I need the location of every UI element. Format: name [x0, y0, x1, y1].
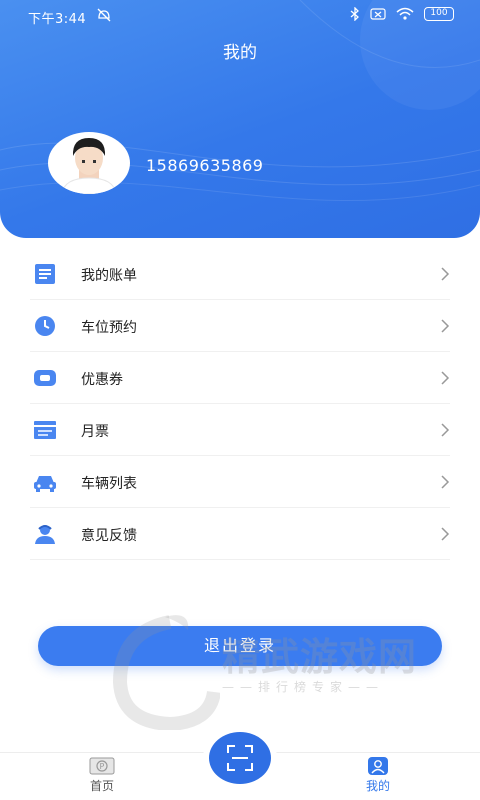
page-title: 我的	[223, 43, 257, 63]
parking-icon: P	[89, 757, 115, 775]
clock-icon	[35, 316, 55, 336]
status-bar: 下午3:44 100	[0, 0, 480, 32]
feedback-icon	[35, 525, 55, 544]
do-not-disturb-icon	[97, 8, 111, 22]
menu-list: 我的账单 车位预约 优惠券 月票 车辆列表 意见反馈	[0, 248, 480, 560]
chevron-right-icon	[441, 319, 450, 333]
tab-mine[interactable]: 我的	[338, 757, 418, 794]
menu-item-bill[interactable]: 我的账单	[0, 248, 480, 300]
chevron-right-icon	[441, 267, 450, 281]
bluetooth-icon	[350, 7, 359, 21]
chevron-right-icon	[441, 371, 450, 385]
menu-item-monthly-ticket[interactable]: 月票	[0, 404, 480, 456]
ticket-icon	[34, 421, 56, 439]
menu-label: 意见反馈	[81, 528, 137, 544]
status-time: 下午3:44	[28, 12, 87, 27]
menu-item-vehicles[interactable]: 车辆列表	[0, 456, 480, 508]
menu-item-reservation[interactable]: 车位预约	[0, 300, 480, 352]
user-icon	[368, 757, 388, 775]
chevron-right-icon	[441, 527, 450, 541]
menu-item-feedback[interactable]: 意见反馈	[0, 508, 480, 560]
menu-label: 车辆列表	[81, 476, 137, 492]
scan-button[interactable]	[209, 732, 271, 784]
chevron-right-icon	[441, 423, 450, 437]
tab-home[interactable]: P 首页	[62, 757, 142, 794]
bill-icon	[35, 264, 55, 284]
menu-label: 优惠券	[81, 372, 123, 388]
tab-mine-label: 我的	[365, 779, 390, 793]
menu-label: 我的账单	[81, 268, 137, 284]
chevron-right-icon	[441, 475, 450, 489]
user-avatar-icon	[61, 138, 117, 194]
scan-icon	[227, 745, 253, 771]
menu-label: 车位预约	[81, 320, 137, 336]
wifi-icon	[396, 7, 414, 20]
menu-label: 月票	[81, 424, 109, 440]
svg-text:P: P	[100, 762, 105, 771]
battery-indicator: 100	[424, 7, 454, 21]
profile-header: 下午3:44 100 我的 15869635869	[0, 0, 480, 238]
avatar[interactable]	[48, 132, 130, 194]
sim-icon	[370, 8, 386, 20]
logout-button[interactable]: 退出登录	[38, 626, 442, 666]
menu-item-coupon[interactable]: 优惠券	[0, 352, 480, 404]
tab-home-label: 首页	[89, 779, 114, 793]
watermark-subtitle: ——排行榜专家——	[222, 680, 385, 694]
user-phone: 15869635869	[146, 156, 264, 175]
car-icon	[34, 476, 56, 492]
status-icons: 100	[350, 7, 454, 21]
header-wave-decoration	[0, 0, 480, 202]
coupon-icon	[34, 370, 56, 386]
